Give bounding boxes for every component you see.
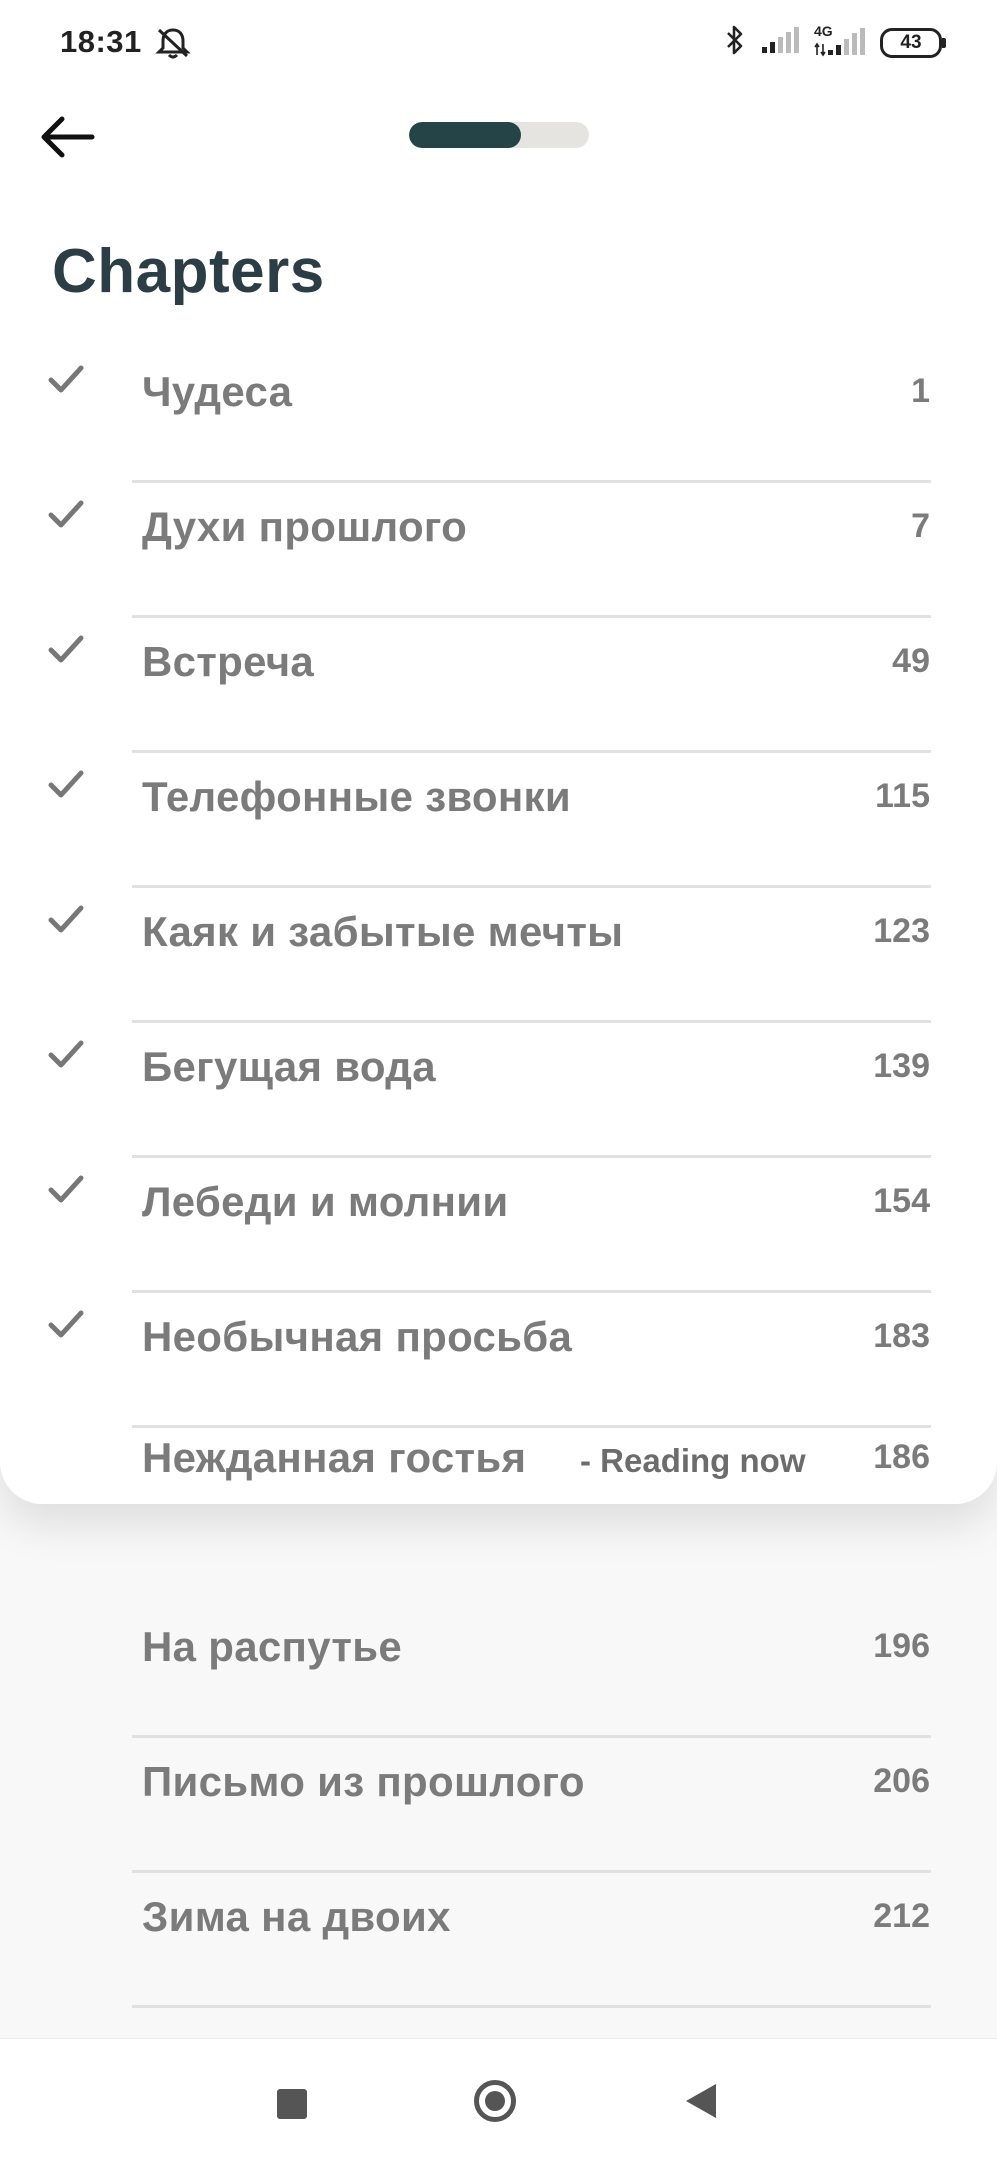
chapter-row[interactable]: Духи прошлого 7 xyxy=(0,483,997,618)
chapter-row[interactable]: Письмо из прошлого 206 xyxy=(0,1738,997,1873)
chapters-card: Chapters Чудеса 1 Духи прошлого 7 Встреча 49 Т… xyxy=(0,0,997,1504)
chapter-page-number: 154 xyxy=(873,1182,930,1220)
divider xyxy=(132,2005,931,2008)
chapter-page-number: 212 xyxy=(873,1897,930,1935)
status-bar: 18:31 4G 43 xyxy=(0,0,997,90)
chapter-page-number: 49 xyxy=(892,642,930,680)
chapter-row[interactable]: Нежданная гостья - Reading now 186 xyxy=(0,1414,997,1549)
chapter-title: Письмо из прошлого xyxy=(142,1758,585,1805)
check-icon xyxy=(46,767,86,806)
chapter-row[interactable]: Бегущая вода 139 xyxy=(0,1023,997,1158)
chapter-row[interactable]: Каяк и забытые мечты 123 xyxy=(0,888,997,1023)
chapter-page-number: 123 xyxy=(873,912,930,950)
chapter-title: Бегущая вода xyxy=(142,1043,436,1090)
chapter-title: Зима на двоих xyxy=(142,1893,451,1940)
check-icon xyxy=(46,362,86,401)
chapter-title: Нежданная гостья xyxy=(142,1434,527,1481)
chapter-title: На распутье xyxy=(142,1623,403,1670)
chapter-page-number: 183 xyxy=(873,1317,930,1355)
chapter-title: Духи прошлого xyxy=(142,503,468,550)
chapter-title: Телефонные звонки xyxy=(142,773,571,820)
bluetooth-icon xyxy=(724,24,746,61)
check-icon xyxy=(46,632,86,671)
chapter-title: Каяк и забытые мечты xyxy=(142,908,624,955)
status-time: 18:31 xyxy=(60,24,142,59)
reading-progress-fill xyxy=(409,122,521,148)
recent-apps-button[interactable] xyxy=(277,2089,307,2119)
chapter-row[interactable]: На распутье 196 xyxy=(0,1603,997,1738)
check-icon xyxy=(46,1307,86,1346)
signal-4g-icon: 4G xyxy=(814,23,866,59)
chapter-row[interactable]: Лебеди и молнии 154 xyxy=(0,1158,997,1293)
chapter-row[interactable]: Телефонные звонки 115 xyxy=(0,753,997,888)
chapter-page-number: 139 xyxy=(873,1047,930,1085)
chapter-title: Встреча xyxy=(142,638,315,685)
chapter-page-number: 7 xyxy=(911,507,930,545)
chapter-page-number: 1 xyxy=(911,372,930,410)
reading-now-label: - Reading now xyxy=(580,1442,806,1479)
battery-icon: 43 xyxy=(880,27,946,58)
reading-progress-bar xyxy=(409,122,589,148)
system-back-button[interactable] xyxy=(686,2084,716,2118)
chapter-row[interactable]: Чудеса 1 xyxy=(0,348,997,483)
page-title: Chapters xyxy=(52,237,325,306)
chapter-title: Необычная просьба xyxy=(142,1313,573,1360)
chapter-row[interactable]: Необычная просьба 183 xyxy=(0,1293,997,1428)
home-button[interactable] xyxy=(474,2080,516,2122)
check-icon xyxy=(46,1172,86,1211)
battery-level: 43 xyxy=(900,31,922,53)
chapter-page-number: 206 xyxy=(873,1762,930,1800)
check-icon xyxy=(46,902,86,941)
chapter-page-number: 115 xyxy=(875,777,930,815)
back-button[interactable] xyxy=(38,112,104,162)
signal-icon xyxy=(760,25,800,60)
chapter-page-number: 186 xyxy=(873,1438,930,1476)
status-icons: 4G 43 xyxy=(724,23,946,61)
chapter-title: Чудеса xyxy=(142,368,293,415)
back-arrow-icon xyxy=(41,116,95,158)
check-icon xyxy=(46,497,86,536)
system-nav-bar xyxy=(0,2038,997,2161)
chapter-row[interactable]: Встреча 49 xyxy=(0,618,997,753)
chapter-page-number: 196 xyxy=(873,1627,930,1665)
chapter-title: Лебеди и молнии xyxy=(142,1178,509,1225)
check-icon xyxy=(46,1037,86,1076)
chapter-row[interactable]: Зима на двоих 212 xyxy=(0,1873,997,2008)
mute-icon xyxy=(155,26,191,65)
